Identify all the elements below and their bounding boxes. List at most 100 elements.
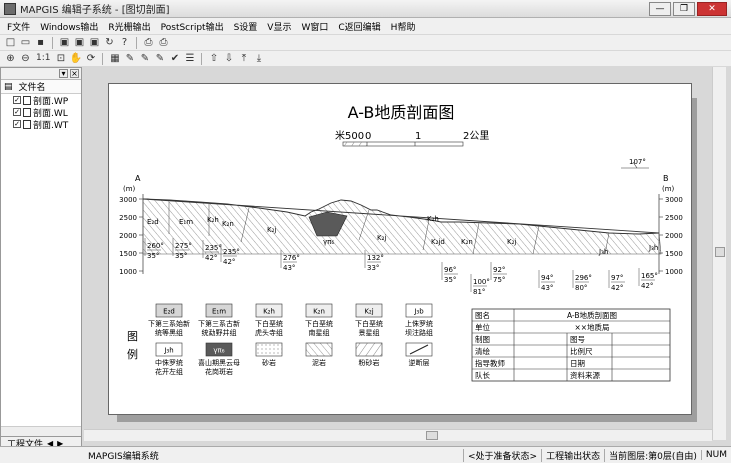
- strata-label: J₃h: [598, 248, 608, 256]
- horizontal-scrollbar[interactable]: [84, 429, 712, 441]
- legend-description: 喜山期黑云母: [198, 358, 240, 367]
- status-num-lock: NUM: [700, 450, 731, 460]
- file-item[interactable]: ✓ 剖面.WP: [1, 94, 81, 107]
- zoom-1to1-button[interactable]: 1:1: [34, 52, 52, 65]
- save-line-icon[interactable]: ▣: [73, 36, 86, 49]
- move-up-icon[interactable]: ⇧: [207, 52, 220, 65]
- menu-window[interactable]: W窗口: [296, 20, 333, 33]
- edit-line-icon[interactable]: ✎: [138, 52, 151, 65]
- menu-help[interactable]: H帮助: [386, 20, 421, 33]
- legend-description: 下白垩统: [255, 319, 283, 328]
- horizontal-scroll-thumb[interactable]: [426, 431, 438, 440]
- end-label-b: B: [663, 174, 669, 183]
- file-item[interactable]: ✓ 剖面.WL: [1, 106, 81, 119]
- panel-header: ▾ ×: [1, 68, 81, 80]
- edit-point-icon[interactable]: ✎: [123, 52, 136, 65]
- move-bottom-icon[interactable]: ⤓: [252, 52, 265, 65]
- menu-raster-output[interactable]: R光栅输出: [103, 20, 155, 33]
- save-point-icon[interactable]: ▣: [58, 36, 71, 49]
- menu-postscript-output[interactable]: PostScript输出: [156, 20, 229, 33]
- zoom-window-icon[interactable]: ⊡: [54, 52, 67, 65]
- dip-direction: 276°: [283, 254, 300, 262]
- strata-label: γπ₆: [323, 238, 334, 246]
- dip-direction: 235°: [205, 244, 222, 252]
- save-area-icon[interactable]: ▣: [88, 36, 101, 49]
- menu-view[interactable]: V显示: [262, 20, 296, 33]
- legend-description: 粉砂岩: [359, 358, 380, 367]
- layout-icon[interactable]: ▦: [108, 52, 121, 65]
- file-checkbox[interactable]: ✓: [13, 96, 21, 104]
- file-checkbox[interactable]: ✓: [13, 108, 21, 116]
- file-item[interactable]: ✓ 剖面.WT: [1, 118, 81, 131]
- toolbar-divider: [136, 36, 137, 49]
- strata-label: K₂j: [267, 226, 276, 234]
- pan-hand-icon[interactable]: ✋: [69, 52, 82, 65]
- dip-angle: 43°: [283, 264, 295, 272]
- panel-pin-icon[interactable]: ▾: [59, 69, 68, 78]
- dip-angle: 42°: [611, 284, 623, 292]
- move-top-icon[interactable]: ⤒: [237, 52, 250, 65]
- legend-item: K₂h 下白垩统虎头寺组: [255, 303, 283, 337]
- table-label: 清绘: [475, 346, 490, 356]
- minimize-button[interactable]: —: [649, 2, 671, 16]
- legend-description: 景星组: [359, 328, 380, 337]
- check-icon[interactable]: ✔: [168, 52, 181, 65]
- dip-direction: 275°: [175, 242, 192, 250]
- menu-return-edit[interactable]: C返回编辑: [333, 20, 385, 33]
- scale-left-label: 米500: [335, 129, 364, 142]
- file-checkbox[interactable]: ✓: [13, 120, 21, 128]
- print-icon[interactable]: ⎙: [157, 36, 170, 49]
- elevation-label-left: 3000: [119, 196, 137, 204]
- direction-angle: 107°: [629, 158, 646, 166]
- panel-close-icon[interactable]: ×: [70, 69, 79, 78]
- zoom-in-icon[interactable]: ⊕: [4, 52, 17, 65]
- status-current-layer: 当前图层:第0层(自由): [604, 448, 701, 462]
- file-icon: [23, 119, 31, 129]
- open-file-icon[interactable]: ▭: [19, 36, 32, 49]
- legend-description: 上侏罗统: [405, 319, 433, 328]
- column-filename[interactable]: 文件名: [19, 80, 46, 93]
- strata-label: K₂j: [507, 238, 516, 246]
- save-file-icon[interactable]: ▪: [34, 36, 47, 49]
- redraw-icon[interactable]: ⟳: [84, 52, 97, 65]
- vertical-scrollbar[interactable]: [712, 67, 726, 440]
- legend-description: 虎头寺组: [255, 328, 283, 337]
- legend-description: 下白垩统: [305, 319, 333, 328]
- scale-tick-1: 1: [415, 131, 421, 142]
- end-label-a: A: [135, 174, 141, 183]
- dip-direction: 165°: [641, 272, 658, 280]
- refresh-icon[interactable]: ↻: [103, 36, 116, 49]
- print-preview-icon[interactable]: ⎙: [142, 36, 155, 49]
- menu-file[interactable]: F文件: [2, 20, 35, 33]
- new-file-icon[interactable]: □: [4, 36, 17, 49]
- menu-settings[interactable]: S设置: [229, 20, 263, 33]
- legend-description: 中侏罗统: [155, 358, 183, 367]
- document-area[interactable]: A-B地质剖面图 米500 0 1 2公里 107° A B (m) (m) 3…: [84, 67, 721, 440]
- close-button[interactable]: ✕: [697, 2, 727, 16]
- dip-direction: 132°: [367, 254, 384, 262]
- restore-button[interactable]: ❐: [673, 2, 695, 16]
- strata-label: K₂n: [222, 220, 234, 228]
- legend-item: K₂n 下白垩统南星组: [305, 303, 333, 337]
- panel-horizontal-scrollbar[interactable]: [1, 426, 81, 436]
- table-label: 指导教师: [475, 358, 505, 368]
- elevation-label-left: 1500: [119, 250, 137, 258]
- menu-bar: F文件 Windows输出 R光栅输出 PostScript输出 S设置 V显示…: [0, 18, 731, 34]
- strata-label: J₃h: [648, 244, 658, 252]
- move-down-icon[interactable]: ⇩: [222, 52, 235, 65]
- table-label: 队长: [475, 370, 490, 380]
- dip-angle: 35°: [175, 252, 187, 260]
- legend-item: J₃b 上侏罗统坝注路组: [405, 303, 433, 337]
- help-pointer-icon[interactable]: ?: [118, 36, 131, 49]
- legend-item: 泥岩: [305, 342, 333, 367]
- edit-area-icon[interactable]: ✎: [153, 52, 166, 65]
- dip-direction: 296°: [575, 274, 592, 282]
- select-icon[interactable]: ☰: [183, 52, 196, 65]
- vertical-scroll-thumb[interactable]: [715, 247, 725, 257]
- elevation-label-left: 2000: [119, 232, 137, 240]
- elevation-label-right: 2500: [665, 214, 683, 222]
- legend-item: E₁m 下第三系古新统勐野井组: [198, 303, 240, 337]
- menu-windows-output[interactable]: Windows输出: [35, 20, 103, 33]
- elevation-label-right: 2000: [665, 232, 683, 240]
- zoom-out-icon[interactable]: ⊖: [19, 52, 32, 65]
